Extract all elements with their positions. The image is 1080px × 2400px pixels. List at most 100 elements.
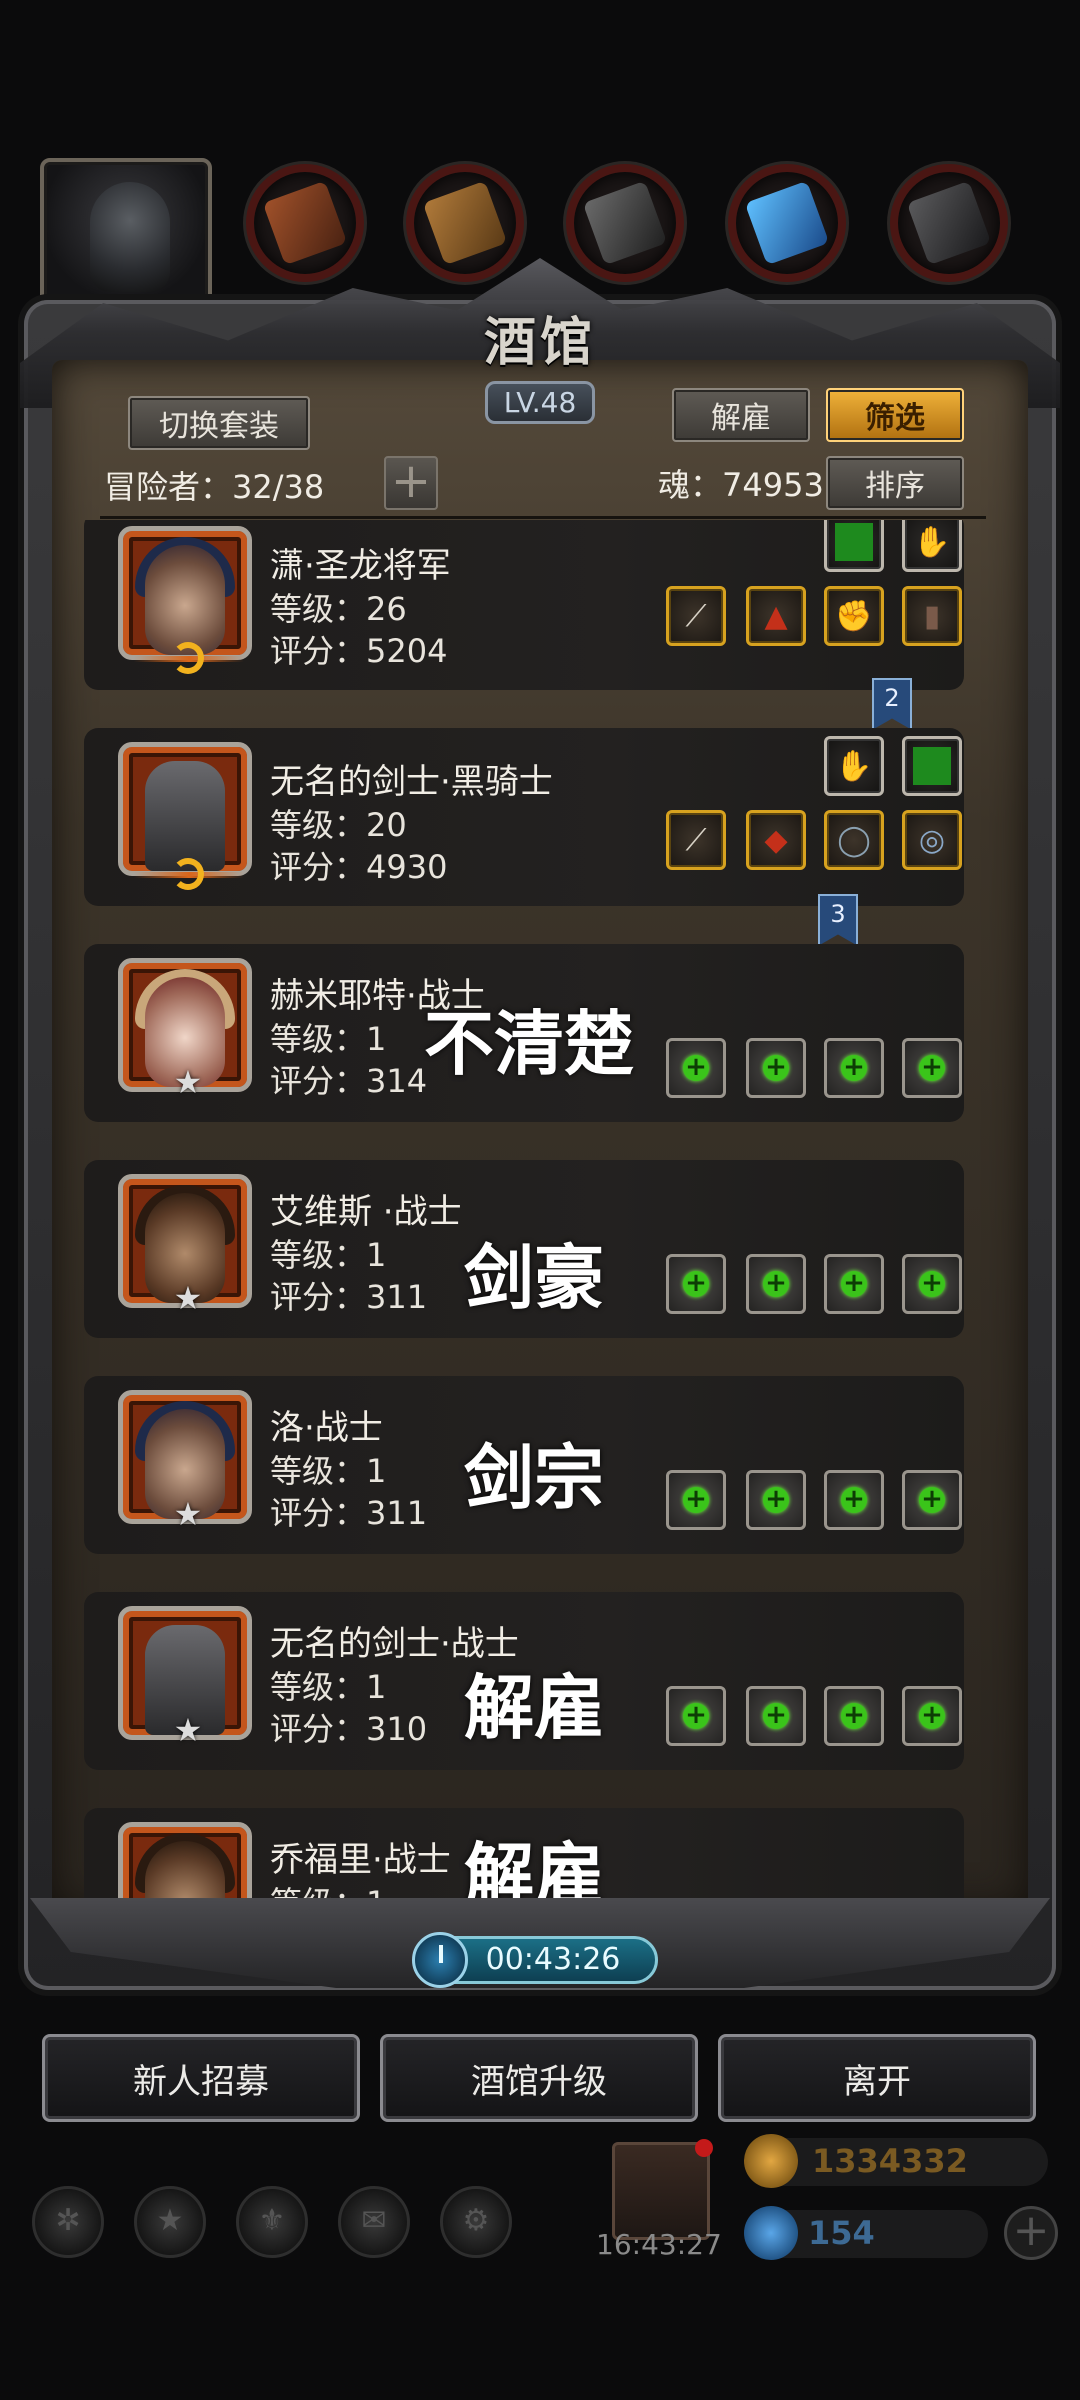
sort-button[interactable]: 排序 [826,456,964,510]
tab-hero-portrait[interactable] [40,158,212,308]
hero-name: 艾维斯 ·战士 [270,1192,462,1232]
achievement-icon[interactable]: ★ [134,2186,206,2258]
switch-outfit-button[interactable]: 切换套装 [128,396,310,450]
recruit-button[interactable]: 新人招募 [42,2034,360,2122]
add-icon: + [763,1054,789,1081]
class-annotation: 剑豪 [464,1237,604,1319]
cloak-icon: ▮ [923,598,941,634]
star-rank-icon: ★ [173,1279,203,1317]
add-icon: + [841,1486,867,1513]
hero-score: 评分：310 [270,1710,428,1748]
green-rune-slot[interactable] [824,520,884,572]
gem-amount: 154 [808,2214,875,2252]
rune-icon [835,523,873,561]
gauntlet-icon: ✋ [913,524,951,560]
add-accessory-slot[interactable]: + [824,1254,884,1314]
add-weapon-slot[interactable]: + [666,1470,726,1530]
moon-rank-icon [134,638,244,678]
set-count-bookmark: 3 [818,894,858,946]
add-icon: + [683,1702,709,1729]
gauntlet-slot[interactable]: ✋ [824,736,884,796]
adventurer-count: 冒险者：32/38 [104,468,325,506]
settings-icon[interactable]: ✲ [32,2186,104,2258]
add-armor-slot[interactable]: + [746,1686,806,1746]
add-icon: + [763,1486,789,1513]
hero-row[interactable]: 无名的剑士·黑骑士 等级：20 评分：4930 ✋ ⟋ ◆ ◯ ◎ [84,728,964,906]
bracer-slot[interactable]: ◎ [902,810,962,870]
hero-row[interactable]: ★ 洛·战士 等级：1 评分：311 剑宗 + + + + [84,1376,964,1554]
add-accessory-slot[interactable]: + [824,1470,884,1530]
spear-slot[interactable]: ⟋ [666,586,726,646]
staff-slot[interactable]: ⟋ [666,810,726,870]
add-weapon-slot[interactable]: + [666,1686,726,1746]
dismiss-button[interactable]: 解雇 [672,388,810,442]
class-annotation: 解雇 [464,1667,604,1749]
star-rank-icon: ★ [173,1063,203,1101]
upgrade-tavern-button[interactable]: 酒馆升级 [380,2034,698,2122]
cloak-slot[interactable]: ▮ [902,586,962,646]
hero-row[interactable]: 乔福里·战士 等级：1 解雇 [84,1808,964,1912]
add-icon: + [841,1054,867,1081]
add-weapon-slot[interactable]: + [666,1038,726,1098]
add-armor-slot[interactable]: + [746,1254,806,1314]
dark-armor-icon [906,180,992,266]
crystal-icon [744,180,830,266]
hero-name: 洛·战士 [270,1408,383,1448]
hero-row[interactable]: ★ 赫米耶特·战士 等级：1 评分：314 不清楚 + + + + [84,944,964,1122]
shop-icon[interactable]: ⚙ [440,2186,512,2258]
tab-armor-leather[interactable] [406,164,524,282]
add-icon: + [919,1054,945,1081]
add-accessory-slot[interactable]: + [824,1686,884,1746]
add-trinket-slot[interactable]: + [902,1038,962,1098]
leave-button[interactable]: 离开 [718,2034,1036,2122]
add-icon: + [763,1270,789,1297]
add-armor-slot[interactable]: + [746,1038,806,1098]
soul-count: 魂：74953 [658,466,824,504]
add-trinket-slot[interactable]: + [902,1470,962,1530]
tab-armor-brown[interactable] [246,164,364,282]
add-icon: + [841,1702,867,1729]
ring-slot[interactable]: ◯ [824,810,884,870]
hero-list[interactable]: 潇·圣龙将军 等级：26 评分：5204 ✋ ⟋ ▲ ✊ ▮ 2 无名的剑士·黑… [84,520,988,1912]
add-weapon-slot[interactable]: + [666,1254,726,1314]
armor-icon: ◆ [764,822,788,858]
ring-icon: ◯ [837,822,871,858]
hero-face-icon [90,182,170,292]
plate-armor-icon [582,180,668,266]
add-trinket-slot[interactable]: + [902,1254,962,1314]
hero-row[interactable]: ★ 艾维斯 ·战士 等级：1 评分：311 剑豪 + + + + [84,1160,964,1338]
armor-slot[interactable]: ◆ [746,810,806,870]
green-rune-slot[interactable] [902,736,962,796]
add-icon: + [919,1486,945,1513]
hero-score: 评分：311 [270,1494,428,1532]
hero-score: 评分：311 [270,1278,428,1316]
hero-row[interactable]: ★ 无名的剑士·战士 等级：1 评分：310 解雇 + + + + [84,1592,964,1770]
hero-name: 乔福里·战士 [270,1840,451,1880]
filter-button[interactable]: 筛选 [826,388,964,442]
add-currency-button[interactable]: + [1004,2206,1058,2260]
tab-crystal[interactable] [728,164,846,282]
class-annotation: 不清楚 [424,1003,634,1085]
hero-name: 潇·圣龙将军 [270,546,451,586]
gauntlet-slot[interactable]: ✋ [902,520,962,572]
add-armor-slot[interactable]: + [746,1470,806,1530]
codex-icon[interactable]: ⚜ [236,2186,308,2258]
tab-armor-dark[interactable] [890,164,1008,282]
clock-icon [412,1932,468,1988]
add-accessory-slot[interactable]: + [824,1038,884,1098]
toolbar-divider [100,516,986,519]
tavern-level-badge: LV.48 [484,381,596,424]
tab-armor-plate[interactable] [566,164,684,282]
hero-score: 评分：4930 [270,848,448,886]
glove-slot[interactable]: ✊ [824,586,884,646]
helmet-slot[interactable]: ▲ [746,586,806,646]
add-trinket-slot[interactable]: + [902,1686,962,1746]
gift-box-icon[interactable] [612,2139,713,2240]
add-icon: + [683,1270,709,1297]
add-icon: + [683,1486,709,1513]
add-capacity-button[interactable]: + [384,456,438,510]
mail-icon[interactable]: ✉ [338,2186,410,2258]
hero-level: 等级：20 [270,806,407,844]
hero-row[interactable]: 潇·圣龙将军 等级：26 评分：5204 ✋ ⟋ ▲ ✊ ▮ [84,520,964,690]
hero-level: 等级：1 [270,1020,387,1058]
